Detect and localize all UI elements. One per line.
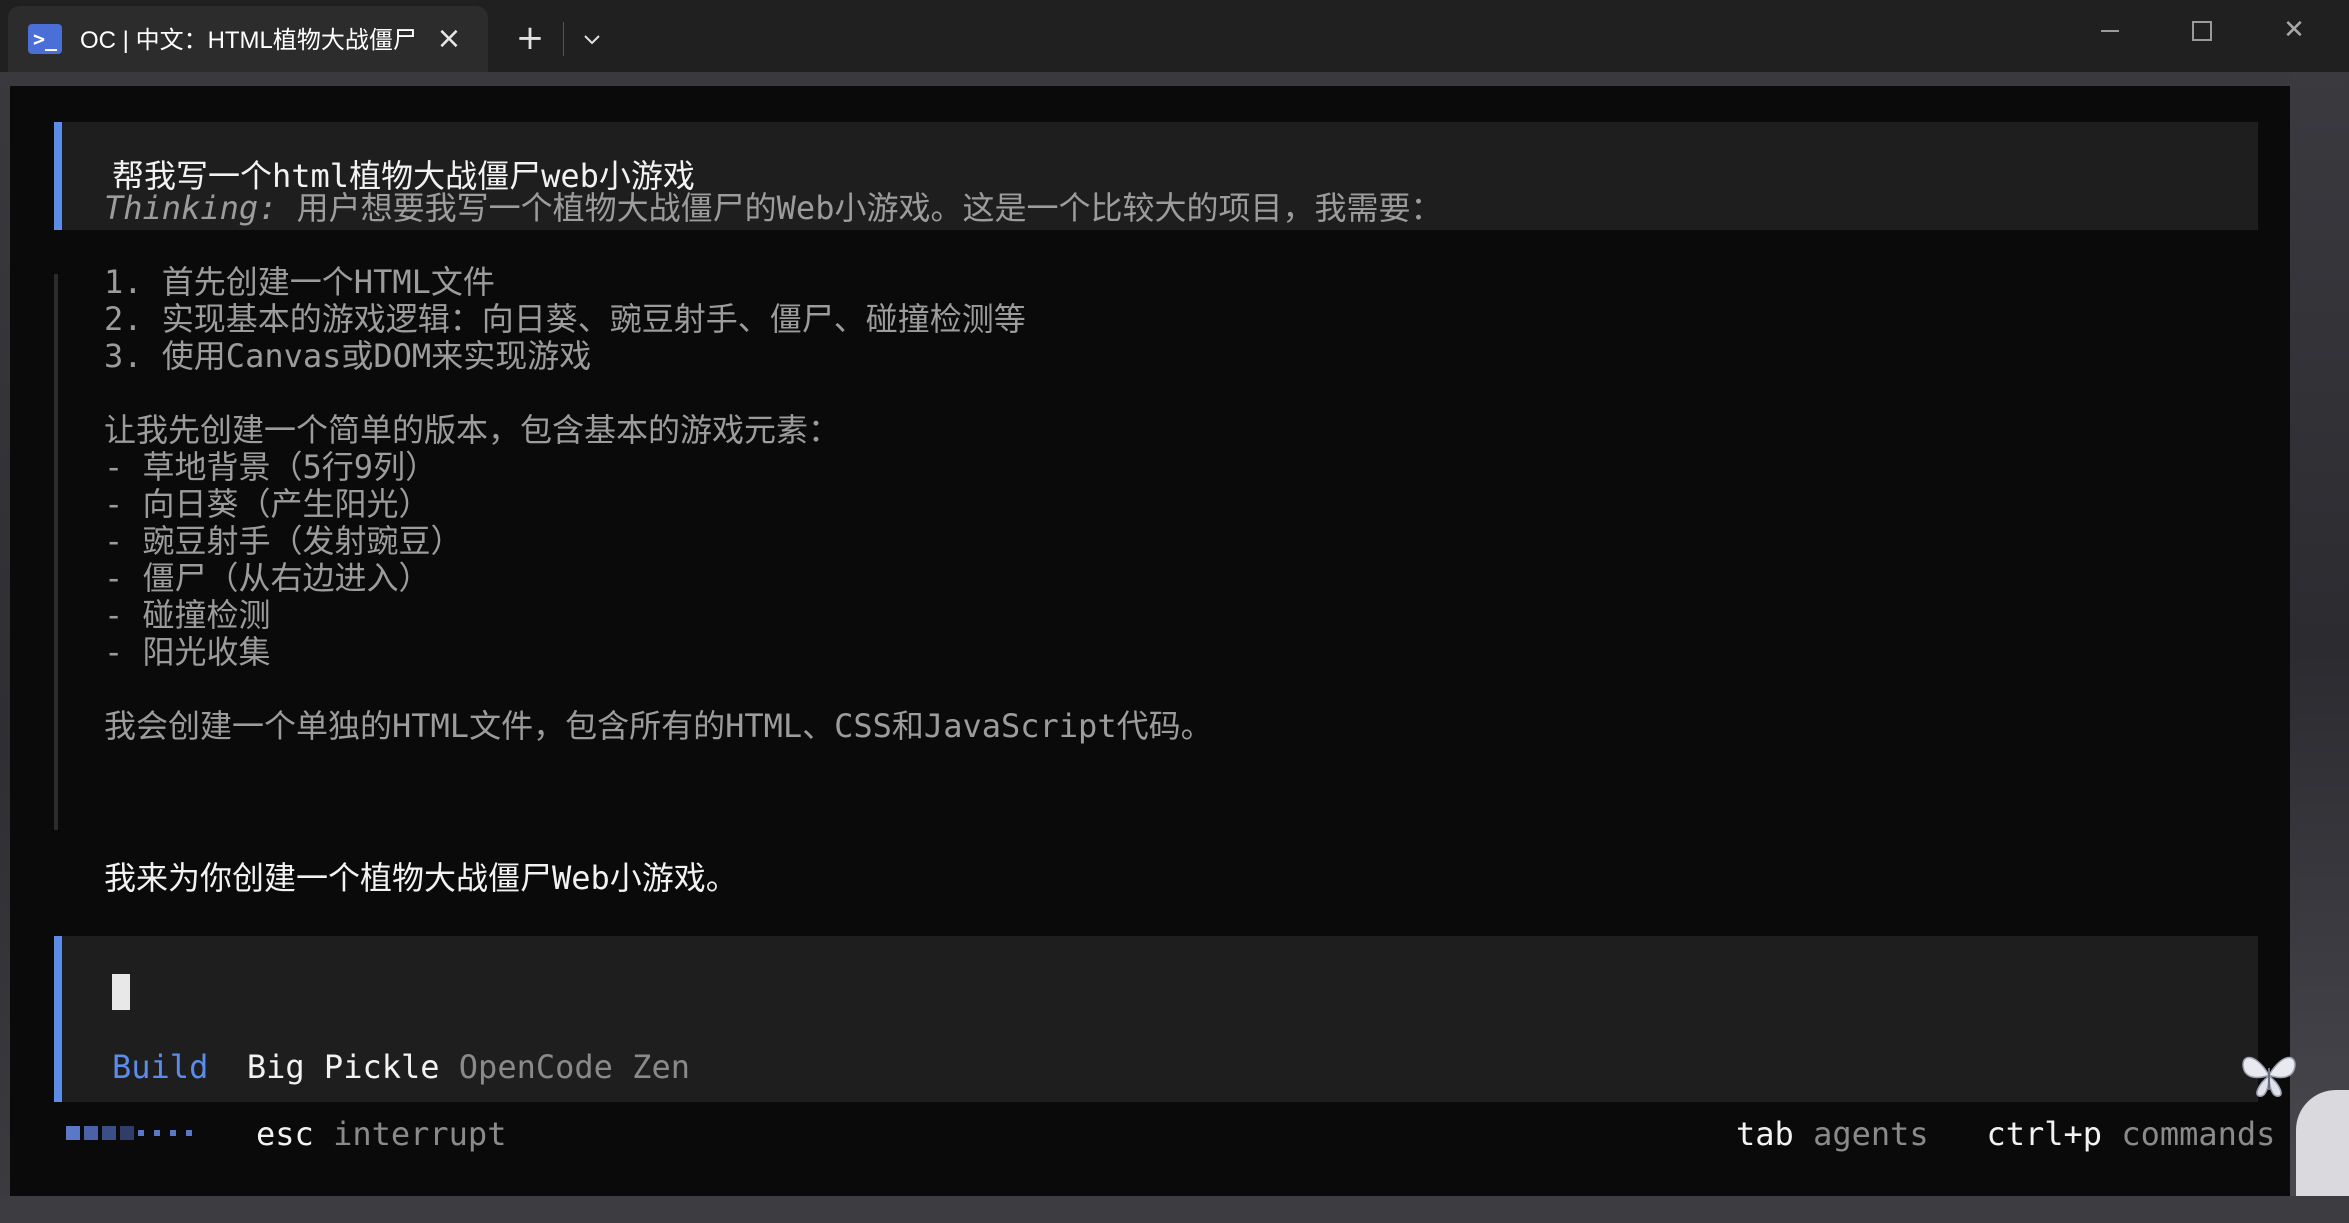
thinking-label: Thinking: <box>104 189 278 227</box>
thinking-intro: 用户想要我写一个植物大战僵尸的Web小游戏。这是一个比较大的项目，我需要： <box>277 189 1443 227</box>
new-tab-button[interactable]: + <box>510 18 550 58</box>
maximize-icon[interactable] <box>2172 8 2232 52</box>
terminal-pane[interactable]: 帮我写一个html植物大战僵尸web小游戏 Thinking: 用户想要我写一个… <box>10 86 2290 1196</box>
ctrl-p-key: ctrl+p <box>1986 1115 2103 1153</box>
shortcut-hints: tab agents ctrl+p commands <box>1736 1114 2275 1154</box>
element-item: - 阳光收集 <box>104 633 271 671</box>
esc-key: esc <box>256 1115 314 1153</box>
prompt-input[interactable]: Build Big Pickle OpenCode Zen <box>54 936 2258 1102</box>
step-item: 2. 实现基本的游戏逻辑：向日葵、豌豆射手、僵尸、碰撞检测等 <box>104 300 1026 338</box>
thinking-intro-line: Thinking: 用户想要我写一个植物大战僵尸的Web小游戏。这是一个比较大的… <box>104 190 1442 227</box>
commands-label: commands <box>2121 1115 2276 1153</box>
mode-label[interactable]: Build <box>112 1048 208 1086</box>
agents-label: agents <box>1813 1115 1929 1153</box>
tab-title: OC | 中文：HTML植物大战僵尸 <box>80 27 415 54</box>
terminal-tab[interactable]: >_ OC | 中文：HTML植物大战僵尸 × <box>8 6 488 72</box>
model-selector[interactable]: Build Big Pickle OpenCode Zen <box>112 1048 690 1086</box>
progress-spinner-icon <box>66 1122 202 1141</box>
provider-name: OpenCode Zen <box>458 1048 690 1086</box>
title-bar: >_ OC | 中文：HTML植物大战僵尸 × + ✕ <box>0 0 2349 72</box>
model-name: Big Pickle <box>246 1048 440 1086</box>
plan-intro: 让我先创建一个简单的版本，包含基本的游戏元素： <box>104 411 841 449</box>
tab-key: tab <box>1736 1115 1794 1153</box>
element-item: - 向日葵（产生阳光） <box>104 485 431 523</box>
step-item: 3. 使用Canvas或DOM来实现游戏 <box>104 337 592 375</box>
interrupt-label: interrupt <box>333 1115 507 1153</box>
minimize-icon[interactable] <box>2080 8 2140 52</box>
desktop: >_ OC | 中文：HTML植物大战僵尸 × + ✕ 帮我写一个html植物大… <box>0 0 2349 1223</box>
element-item: - 碰撞检测 <box>104 596 271 634</box>
thinking-bar <box>54 274 58 830</box>
window-close-icon[interactable]: ✕ <box>2264 8 2324 52</box>
element-item: - 僵尸（从右边进入） <box>104 559 431 597</box>
step-item: 1. 首先创建一个HTML文件 <box>104 263 495 301</box>
background-file-list <box>0 1196 2349 1223</box>
terminal-icon: >_ <box>28 24 62 54</box>
interrupt-hint: esc interrupt <box>256 1114 506 1154</box>
element-item: - 草地背景（5行9列） <box>104 448 438 486</box>
butterfly-icon <box>2242 1056 2296 1097</box>
close-tab-icon[interactable]: × <box>430 20 468 58</box>
tab-divider <box>563 22 564 56</box>
assistant-answer: 我来为你创建一个植物大战僵尸Web小游戏。 <box>104 859 738 897</box>
status-bar: esc interrupt tab agents ctrl+p commands <box>10 1106 2290 1162</box>
chevron-down-icon[interactable] <box>574 18 610 58</box>
plan-outro: 我会创建一个单独的HTML文件，包含所有的HTML、CSS和JavaScript… <box>104 707 1213 745</box>
element-item: - 豌豆射手（发射豌豆） <box>104 522 463 560</box>
text-cursor <box>112 974 130 1010</box>
